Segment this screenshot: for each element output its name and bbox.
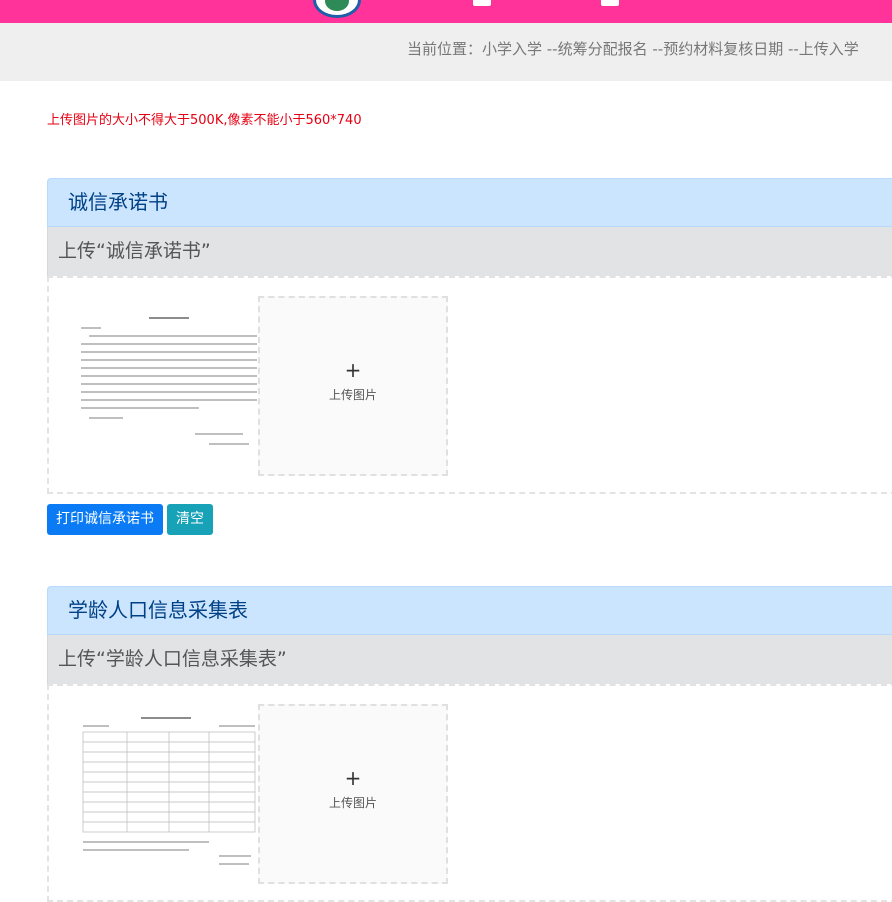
section-integrity-pledge: 诚信承诺书 上传“诚信承诺书” + 上传图片 (47, 178, 892, 494)
section-title: 诚信承诺书 (47, 178, 892, 227)
school-emblem-icon (313, 0, 361, 18)
print-pledge-button[interactable]: 打印诚信承诺书 (47, 504, 163, 535)
plus-icon: + (344, 358, 362, 382)
breadcrumb: 当前位置：小学入学 --统筹分配报名 --预约材料复核日期 --上传入学 (407, 40, 859, 58)
upload-area: + 上传图片 (47, 276, 892, 494)
upload-area: + 上传图片 (47, 684, 892, 902)
upload-notice: 上传图片的大小不得大于500K,像素不能小于560*740 (47, 113, 362, 128)
pledge-document-thumbnail[interactable] (79, 296, 259, 476)
section-title: 学龄人口信息采集表 (47, 586, 892, 635)
upload-image-button[interactable]: + 上传图片 (258, 296, 448, 476)
info-form-thumbnail[interactable] (79, 704, 259, 884)
top-header-bar (0, 0, 892, 23)
upload-image-label: 上传图片 (328, 796, 377, 810)
plus-icon: + (344, 766, 362, 790)
upload-image-button[interactable]: + 上传图片 (258, 704, 448, 884)
section-subtitle: 上传“学龄人口信息采集表” (47, 635, 892, 684)
breadcrumb-bar: 当前位置：小学入学 --统筹分配报名 --预约材料复核日期 --上传入学 (0, 23, 892, 81)
section-school-age-form: 学龄人口信息采集表 上传“学龄人口信息采集表” + 上传图片 (47, 586, 892, 902)
section-subtitle: 上传“诚信承诺书” (47, 227, 892, 276)
header-title-fragment (601, 0, 619, 6)
clear-button[interactable]: 清空 (167, 504, 213, 535)
header-title-fragment (473, 0, 491, 6)
upload-image-label: 上传图片 (328, 388, 377, 402)
